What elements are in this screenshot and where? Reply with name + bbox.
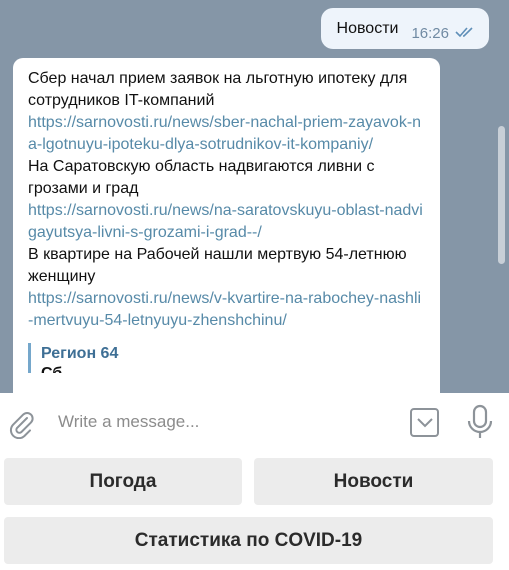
chat-scrollbar[interactable]	[498, 126, 505, 264]
message-input[interactable]	[58, 410, 398, 434]
microphone-icon[interactable]	[465, 404, 495, 440]
chat-area: Новости 16:26 Сбер начал прием заявок на…	[0, 0, 509, 393]
link-preview[interactable]: Регион 64 Сб	[28, 343, 426, 373]
paperclip-icon[interactable]	[6, 409, 36, 440]
outgoing-message-text: Новости	[336, 19, 399, 37]
message-time: 16:26	[411, 25, 449, 42]
news-link[interactable]: https://sarnovosti.ru/news/v-kvartire-na…	[28, 288, 426, 332]
bot-keyboard: Погода Новости Статистика по COVID-19	[0, 451, 509, 570]
keyboard-button-covid-stats[interactable]: Статистика по COVID-19	[4, 517, 493, 564]
outgoing-message-meta: 16:26	[411, 25, 477, 43]
link-preview-text: Сб	[41, 365, 426, 373]
news-title: В квартире на Рабочей нашли мертвую 54-л…	[28, 246, 407, 285]
news-title: На Саратовскую область надвигаются ливни…	[28, 158, 375, 197]
link-preview-site-name: Регион 64	[41, 345, 119, 362]
news-link[interactable]: https://sarnovosti.ru/news/sber-nachal-p…	[28, 112, 426, 156]
keyboard-button-weather[interactable]: Погода	[4, 458, 242, 505]
news-link[interactable]: https://sarnovosti.ru/news/na-saratovsku…	[28, 200, 426, 244]
bot-keyboard-toggle-icon[interactable]	[410, 408, 439, 437]
incoming-message: Сбер начал прием заявок на льготную ипот…	[13, 58, 440, 393]
double-check-icon	[455, 25, 477, 43]
outgoing-message: Новости 16:26	[320, 8, 489, 49]
news-title: Сбер начал прием заявок на льготную ипот…	[28, 70, 408, 109]
keyboard-button-news[interactable]: Новости	[254, 458, 493, 505]
